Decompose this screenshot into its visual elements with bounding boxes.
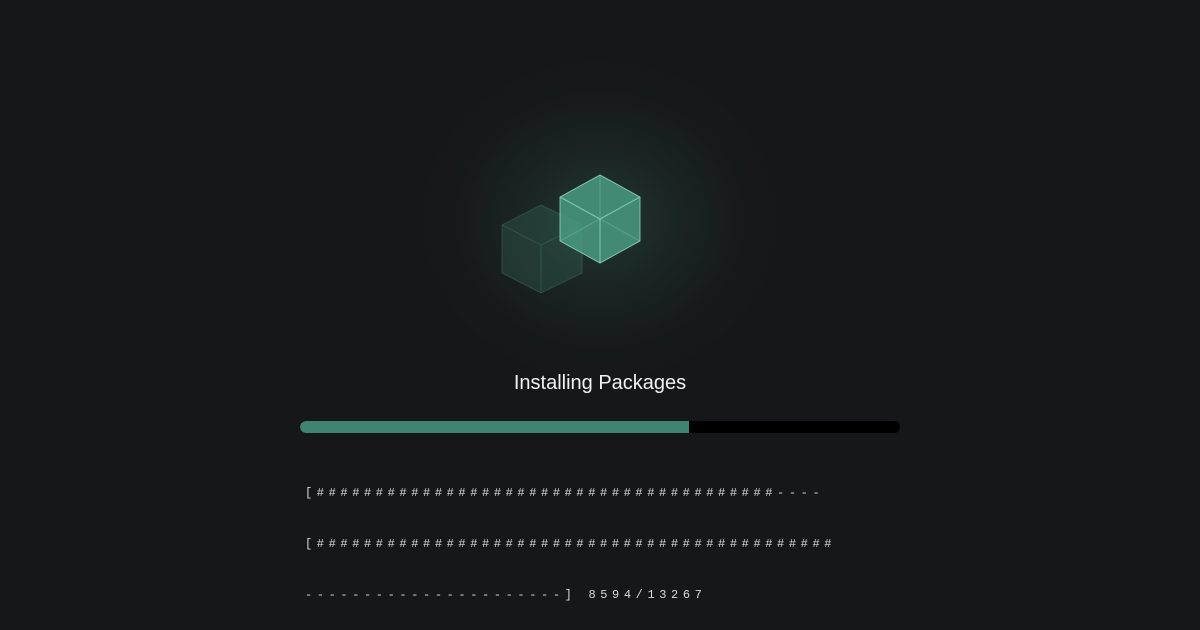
progress-bar-fill	[300, 421, 689, 433]
page-title: Installing Packages	[513, 372, 687, 394]
package-cubes-icon	[501, 174, 641, 294]
log-line: [#######################################…	[305, 537, 837, 551]
progress-counter: 8594/13267	[588, 588, 707, 602]
install-log: [#######################################…	[305, 451, 885, 630]
log-line-text: ----------------------]	[305, 588, 577, 602]
log-line: [#######################################…	[305, 486, 825, 500]
log-line: ----------------------] 8594/13267	[305, 587, 885, 604]
progress-bar	[300, 421, 900, 433]
installer-screen: Installing Packages [###################…	[0, 0, 1200, 630]
